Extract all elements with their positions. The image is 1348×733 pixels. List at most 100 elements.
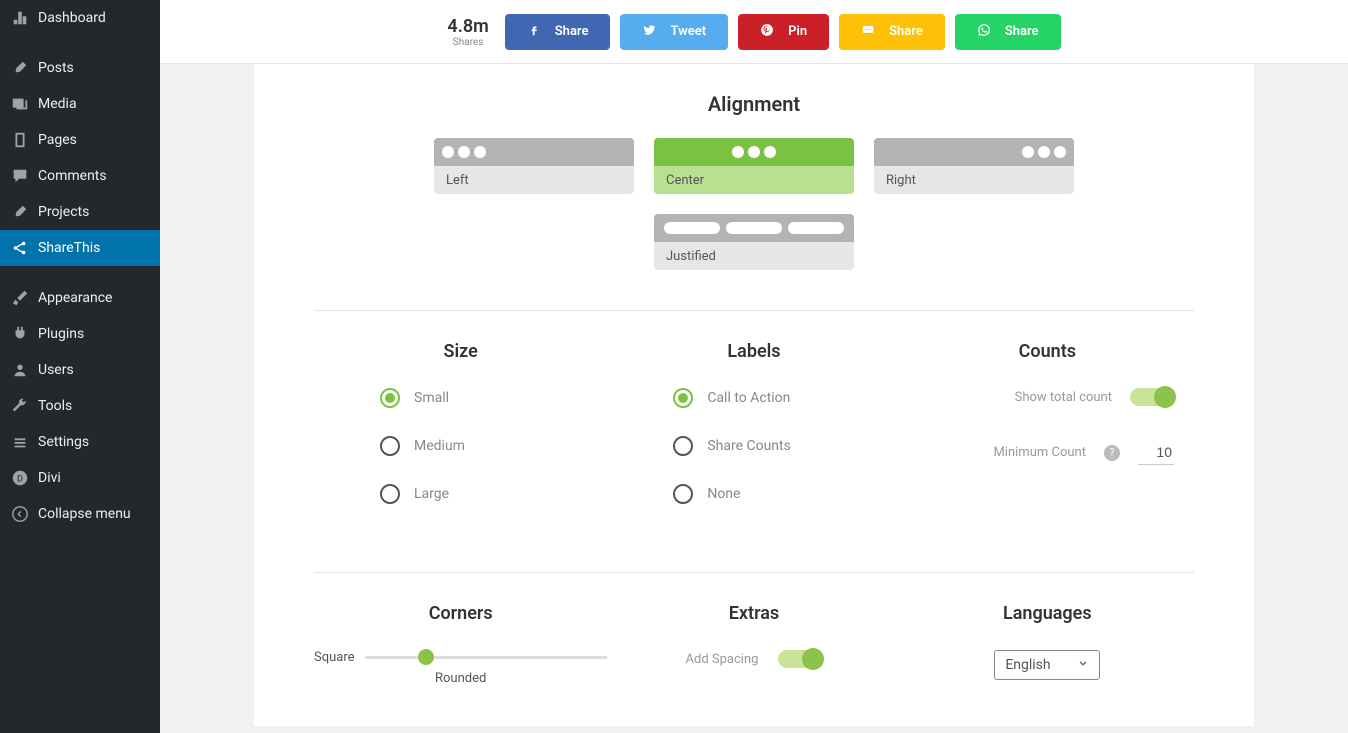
alignment-preview: [434, 138, 634, 166]
alignment-label: Left: [434, 166, 634, 194]
plug-icon: [10, 324, 30, 344]
sidebar-item-label: Media: [38, 96, 77, 112]
sidebar-item-label: Posts: [38, 60, 74, 76]
radio-label: None: [707, 486, 740, 502]
whatsapp-share-button[interactable]: Share: [955, 14, 1061, 50]
sidebar-item-tools[interactable]: Tools: [0, 388, 160, 424]
corners-slider[interactable]: [365, 656, 608, 659]
sidebar-item-projects[interactable]: Projects: [0, 194, 160, 230]
pinterest-icon: [760, 23, 774, 41]
radio-icon: [673, 484, 693, 504]
alignment-left[interactable]: Left: [434, 138, 634, 194]
whatsapp-icon: [977, 23, 991, 41]
radio-icon: [380, 436, 400, 456]
sidebar-item-label: ShareThis: [38, 240, 100, 256]
brush-icon: [10, 288, 30, 308]
divider: [314, 572, 1194, 573]
radio-label: Small: [414, 390, 449, 406]
alignment-preview: [874, 138, 1074, 166]
sidebar-item-plugins[interactable]: Plugins: [0, 316, 160, 352]
add-spacing-row: Add Spacing: [607, 650, 900, 668]
sidebar-item-sharethis[interactable]: ShareThis: [0, 230, 160, 266]
alignment-center[interactable]: Center: [654, 138, 854, 194]
radio-label: Medium: [414, 438, 465, 454]
sidebar-item-label: Users: [38, 362, 74, 378]
user-icon: [10, 360, 30, 380]
sidebar-item-pages[interactable]: Pages: [0, 122, 160, 158]
facebook-icon: [527, 23, 541, 41]
counts-title: Counts: [901, 341, 1194, 362]
wrench-icon: [10, 396, 30, 416]
sidebar-item-posts[interactable]: Posts: [0, 50, 160, 86]
alignment-title: Alignment: [314, 92, 1194, 116]
alignment-preview: [654, 214, 854, 242]
min-count-row: Minimum Count ?: [901, 440, 1194, 465]
alignment-label: Justified: [654, 242, 854, 270]
sms-icon: [861, 23, 875, 41]
labels-none[interactable]: None: [607, 484, 900, 504]
sidebar-item-dashboard[interactable]: Dashboard: [0, 0, 160, 36]
comment-icon: [10, 166, 30, 186]
language-select[interactable]: English: [994, 650, 1100, 680]
alignment-right[interactable]: Right: [874, 138, 1074, 194]
size-column: Size Small Medium Large: [314, 341, 607, 532]
page-icon: [10, 130, 30, 150]
pin-icon: [10, 58, 30, 78]
settings-panel: Alignment Left Center Right Justified: [254, 64, 1254, 726]
svg-text:D: D: [17, 475, 23, 485]
corners-title: Corners: [314, 603, 607, 624]
extras-title: Extras: [607, 603, 900, 624]
sidebar-item-label: Divi: [38, 470, 61, 486]
sms-share-button[interactable]: Share: [839, 14, 945, 50]
size-labels-counts-row: Size Small Medium Large Labels: [314, 341, 1194, 532]
twitter-share-button[interactable]: Tweet: [620, 14, 728, 50]
alignment-justified[interactable]: Justified: [654, 214, 854, 270]
sidebar-item-divi[interactable]: D Divi: [0, 460, 160, 496]
alignment-options-row2: Justified: [314, 214, 1194, 270]
labels-title: Labels: [607, 341, 900, 362]
size-small[interactable]: Small: [314, 388, 607, 408]
pinterest-share-button[interactable]: Pin: [738, 14, 829, 50]
sidebar-item-label: Pages: [38, 132, 77, 148]
min-count-input[interactable]: [1138, 440, 1174, 465]
corners-rounded-label: Rounded: [314, 671, 607, 686]
add-spacing-label: Add Spacing: [686, 652, 759, 667]
size-large[interactable]: Large: [314, 484, 607, 504]
share-icon: [10, 238, 30, 258]
extras-column: Extras Add Spacing: [607, 603, 900, 686]
alignment-label: Right: [874, 166, 1074, 194]
dashboard-icon: [10, 8, 30, 28]
radio-icon: [673, 436, 693, 456]
labels-counts[interactable]: Share Counts: [607, 436, 900, 456]
sidebar-item-label: Plugins: [38, 326, 84, 342]
sidebar-item-label: Appearance: [38, 290, 112, 306]
sidebar-item-collapse[interactable]: Collapse menu: [0, 496, 160, 532]
corners-extras-lang-row: Corners Square Rounded Extras Add Spacin…: [314, 603, 1194, 686]
sidebar-item-users[interactable]: Users: [0, 352, 160, 388]
radio-label: Large: [414, 486, 449, 502]
labels-cta[interactable]: Call to Action: [607, 388, 900, 408]
corners-square-label: Square: [314, 650, 355, 665]
corners-column: Corners Square Rounded: [314, 603, 607, 686]
radio-icon: [380, 484, 400, 504]
alignment-preview: [654, 138, 854, 166]
alignment-options: Left Center Right: [314, 138, 1194, 194]
sidebar-item-media[interactable]: Media: [0, 86, 160, 122]
wp-admin-sidebar: Dashboard Posts Media Pages Comments Pro…: [0, 0, 160, 733]
show-total-toggle[interactable]: [1130, 388, 1174, 406]
help-icon[interactable]: ?: [1104, 445, 1120, 461]
sidebar-item-comments[interactable]: Comments: [0, 158, 160, 194]
divi-icon: D: [10, 468, 30, 488]
sidebar-item-appearance[interactable]: Appearance: [0, 280, 160, 316]
pin-icon: [10, 202, 30, 222]
facebook-share-button[interactable]: Share: [505, 14, 611, 50]
media-icon: [10, 94, 30, 114]
size-title: Size: [314, 341, 607, 362]
size-medium[interactable]: Medium: [314, 436, 607, 456]
add-spacing-toggle[interactable]: [778, 650, 822, 668]
settings-icon: [10, 432, 30, 452]
language-selected: English: [1005, 657, 1050, 673]
sidebar-item-settings[interactable]: Settings: [0, 424, 160, 460]
alignment-label: Center: [654, 166, 854, 194]
sidebar-item-label: Settings: [38, 434, 89, 450]
